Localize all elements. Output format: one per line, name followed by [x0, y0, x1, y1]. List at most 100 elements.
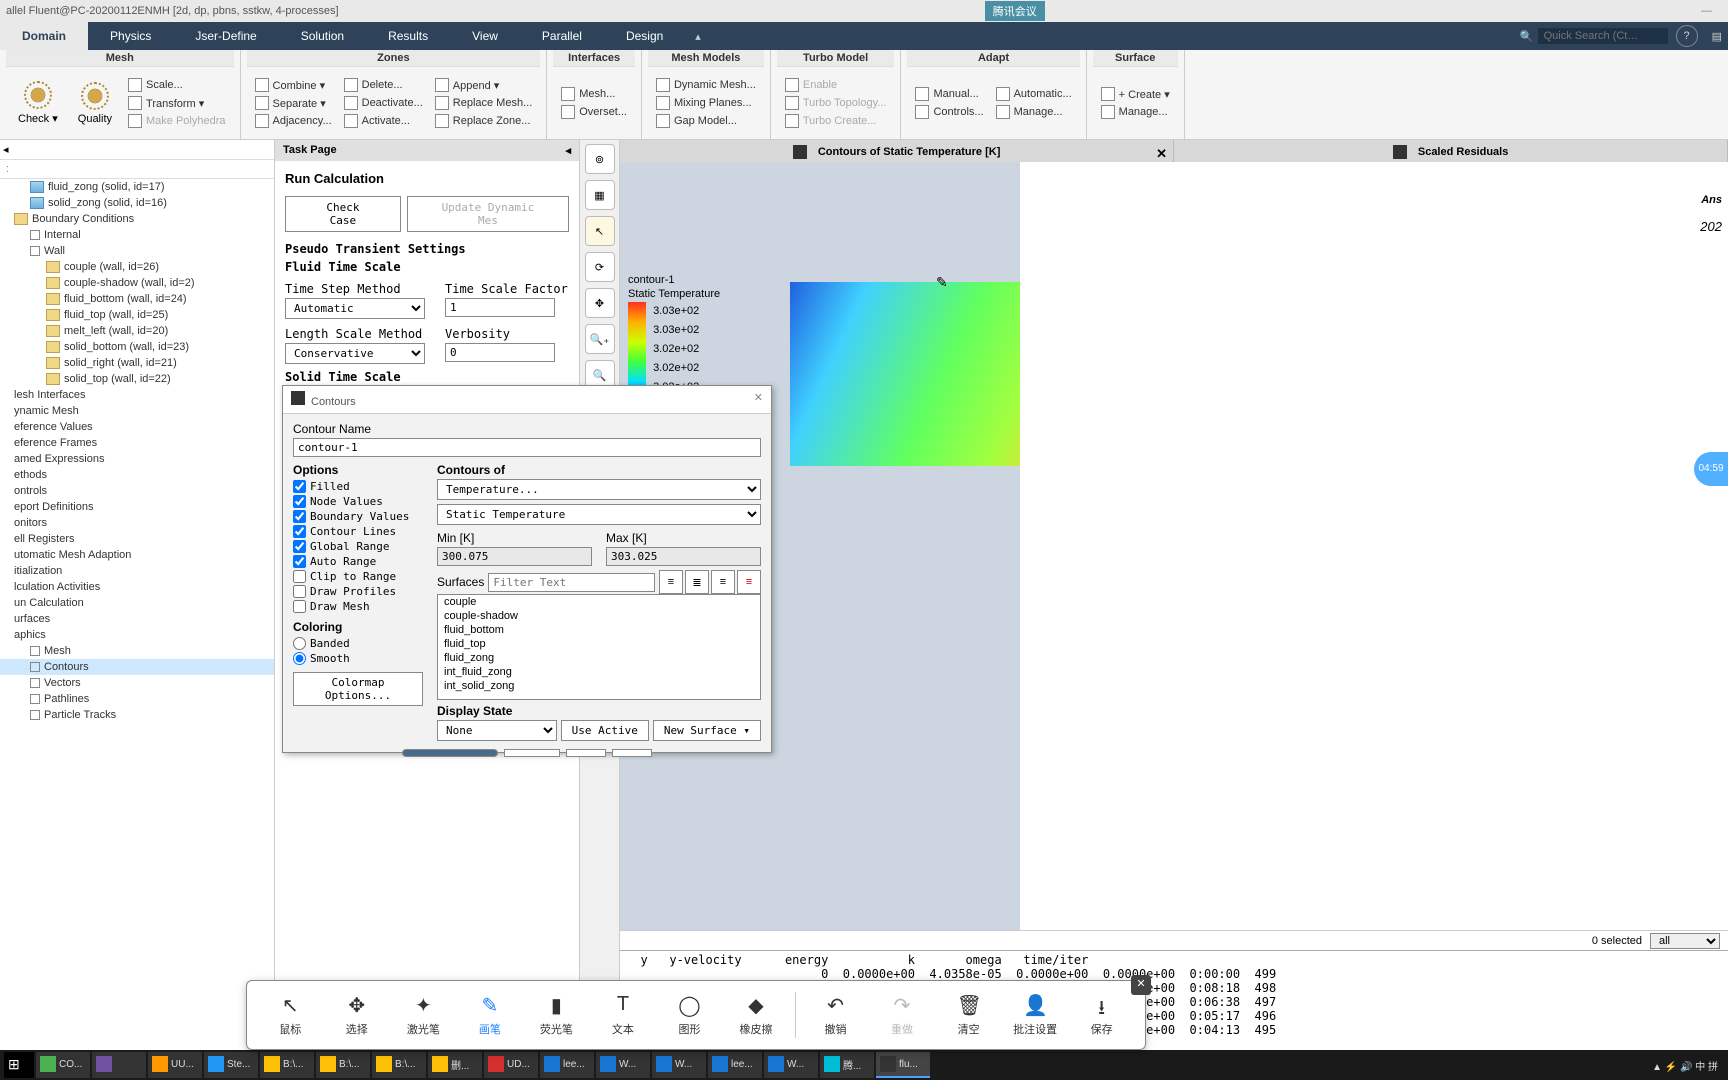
- tree-item[interactable]: Vectors: [0, 675, 274, 691]
- delete-button[interactable]: Delete...: [340, 77, 427, 93]
- pan-icon[interactable]: ✥: [585, 288, 615, 318]
- tree-item[interactable]: solid_right (wall, id=21): [0, 355, 274, 371]
- taskbar-app[interactable]: lee...: [540, 1052, 594, 1078]
- surface-item[interactable]: couple-shadow: [438, 609, 760, 623]
- tree-item[interactable]: eference Values: [0, 419, 274, 435]
- option-global-range[interactable]: Global Range: [293, 539, 423, 554]
- surface-item[interactable]: fluid_bottom: [438, 623, 760, 637]
- tree-item[interactable]: eference Frames: [0, 435, 274, 451]
- automatic-button[interactable]: Automatic...: [992, 86, 1076, 102]
- replacemesh-button[interactable]: Replace Mesh...: [431, 95, 536, 111]
- close-icon[interactable]: ✕: [1131, 975, 1151, 995]
- tree-item[interactable]: itialization: [0, 563, 274, 579]
- taskbar-app[interactable]: UU...: [148, 1052, 202, 1078]
- annot-橡皮擦[interactable]: ◆橡皮擦: [723, 993, 790, 1037]
- surface-item[interactable]: fluid_top: [438, 637, 760, 651]
- display-state-select[interactable]: None: [437, 720, 557, 741]
- contours-of-select[interactable]: Temperature...: [437, 479, 761, 500]
- option-filled[interactable]: Filled: [293, 479, 423, 494]
- new-surface-button[interactable]: New Surface ▾: [653, 720, 761, 741]
- tree-item[interactable]: amed Expressions: [0, 451, 274, 467]
- activate-button[interactable]: Activate...: [340, 113, 427, 129]
- check-button[interactable]: Check ▾: [10, 77, 66, 129]
- save-display-button[interactable]: [402, 749, 498, 757]
- surf-select-all-button[interactable]: ≣: [685, 570, 709, 594]
- manage-button[interactable]: Manage...: [992, 104, 1076, 120]
- tree-item[interactable]: fluid_zong (solid, id=17): [0, 179, 274, 195]
- residuals-view[interactable]: Ans 202: [1020, 162, 1728, 930]
- surfaces-filter-input[interactable]: [488, 573, 655, 592]
- annot-荧光笔[interactable]: ▮荧光笔: [523, 993, 590, 1037]
- taskbar-app[interactable]: Ste...: [204, 1052, 258, 1078]
- taskbar-app[interactable]: CO...: [36, 1052, 90, 1078]
- tree-filter[interactable]: :: [0, 160, 274, 179]
- tree-item[interactable]: fluid_top (wall, id=25): [0, 307, 274, 323]
- use-active-button[interactable]: Use Active: [561, 720, 649, 741]
- start-button[interactable]: ⊞: [4, 1052, 34, 1078]
- deactivate-button[interactable]: Deactivate...: [340, 95, 427, 111]
- tree-item[interactable]: solid_zong (solid, id=16): [0, 195, 274, 211]
- tree-item[interactable]: solid_bottom (wall, id=23): [0, 339, 274, 355]
- taskbar-app[interactable]: lee...: [708, 1052, 762, 1078]
- time-scale-factor-input[interactable]: [445, 298, 555, 317]
- separate-button[interactable]: Separate ▾: [251, 95, 336, 111]
- scope-select[interactable]: all: [1650, 933, 1720, 949]
- annot-画笔[interactable]: ✎画笔: [457, 993, 524, 1037]
- quality-button[interactable]: Quality: [70, 78, 120, 129]
- fit-view-icon[interactable]: ⊚: [585, 144, 615, 174]
- taskbar-app[interactable]: 删...: [428, 1052, 482, 1078]
- contour-name-input[interactable]: [293, 438, 761, 457]
- taskbar-app[interactable]: B:\...: [316, 1052, 370, 1078]
- replacezone-button[interactable]: Replace Zone...: [431, 113, 536, 129]
- surface-item[interactable]: int_fluid_zong: [438, 665, 760, 679]
- menu-tab-physics[interactable]: Physics: [88, 22, 173, 50]
- dynamicmesh-button[interactable]: Dynamic Mesh...: [652, 77, 760, 93]
- annot-激光笔[interactable]: ✦激光笔: [390, 993, 457, 1037]
- menu-tab-domain[interactable]: Domain: [0, 22, 88, 50]
- system-tray[interactable]: ▲ ⚡ 🔊 中 拼: [1646, 1058, 1724, 1073]
- option-contour-lines[interactable]: Contour Lines: [293, 524, 423, 539]
- tree-item[interactable]: couple (wall, id=26): [0, 259, 274, 275]
- verbosity-input[interactable]: [445, 343, 555, 362]
- tree-item[interactable]: ynamic Mesh: [0, 403, 274, 419]
- menu-tab-results[interactable]: Results: [366, 22, 450, 50]
- surfaces-list[interactable]: couplecouple-shadowfluid_bottomfluid_top…: [437, 594, 761, 700]
- transform-button[interactable]: Transform ▾: [124, 95, 230, 111]
- tree-item[interactable]: lculation Activities: [0, 579, 274, 595]
- menu-tab-design[interactable]: Design: [604, 22, 685, 50]
- annot-撤销[interactable]: ↶撤销: [802, 993, 869, 1037]
- append-button[interactable]: Append ▾: [431, 77, 536, 93]
- manual-button[interactable]: Manual...: [911, 86, 987, 102]
- menu-tab-view[interactable]: View: [450, 22, 520, 50]
- panel-toggle-icon[interactable]: ▤: [1712, 30, 1722, 43]
- mesh-button[interactable]: Mesh...: [557, 86, 631, 102]
- annot-选择[interactable]: ✥选择: [324, 993, 391, 1037]
- gapmodel-button[interactable]: Gap Model...: [652, 113, 760, 129]
- option-clip-to-range[interactable]: Clip to Range: [293, 569, 423, 584]
- tree-item[interactable]: onitors: [0, 515, 274, 531]
- option-draw-mesh[interactable]: Draw Mesh: [293, 599, 423, 614]
- tree-item[interactable]: eport Definitions: [0, 499, 274, 515]
- taskbar-app[interactable]: UD...: [484, 1052, 538, 1078]
- adjacency-button[interactable]: Adjacency...: [251, 113, 336, 129]
- taskbar-app[interactable]: flu...: [876, 1052, 930, 1078]
- tree-collapse-icon[interactable]: ◂: [0, 140, 274, 160]
- mixingplanes-button[interactable]: Mixing Planes...: [652, 95, 760, 111]
- tree-item[interactable]: Particle Tracks: [0, 707, 274, 723]
- taskbar-app[interactable]: [92, 1052, 146, 1078]
- annot-文本[interactable]: T文本: [590, 993, 657, 1037]
- check-case-button[interactable]: Check Case: [285, 196, 401, 232]
- surf-toggle-button[interactable]: ≡: [659, 570, 683, 594]
- annot-保存[interactable]: ⭳保存: [1068, 993, 1135, 1037]
- tree-item[interactable]: Wall: [0, 243, 274, 259]
- taskbar-app[interactable]: B:\...: [260, 1052, 314, 1078]
- tree-item[interactable]: Boundary Conditions: [0, 211, 274, 227]
- tree-item[interactable]: Contours: [0, 659, 274, 675]
- controls-button[interactable]: Controls...: [911, 104, 987, 120]
- annot-清空[interactable]: 🗑清空: [935, 993, 1002, 1037]
- tree-item[interactable]: Internal: [0, 227, 274, 243]
- tree-item[interactable]: fluid_bottom (wall, id=24): [0, 291, 274, 307]
- tree-item[interactable]: melt_left (wall, id=20): [0, 323, 274, 339]
- annot-鼠标[interactable]: ↖鼠标: [257, 993, 324, 1037]
- contour-view-tab[interactable]: Contours of Static Temperature [K] ✕: [620, 140, 1174, 162]
